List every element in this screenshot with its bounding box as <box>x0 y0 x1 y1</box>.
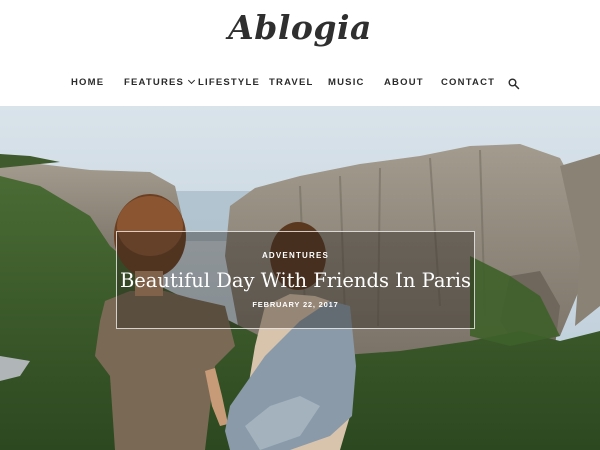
hero-image[interactable]: ADVENTURES Beautiful Day With Friends In… <box>0 106 600 450</box>
nav-item-features[interactable]: FEATURES <box>124 76 196 88</box>
nav-item-about[interactable]: ABOUT <box>384 77 424 88</box>
nav-item-travel[interactable]: TRAVEL <box>269 77 314 88</box>
post-title[interactable]: Beautiful Day With Friends In Paris <box>117 269 474 292</box>
search-icon[interactable] <box>508 77 520 90</box>
post-date: FEBRUARY 22, 2017 <box>252 300 339 309</box>
site-logo[interactable]: Ablogia <box>0 8 600 47</box>
post-category[interactable]: ADVENTURES <box>117 251 474 260</box>
nav-item-contact[interactable]: CONTACT <box>441 77 495 88</box>
featured-post-caption[interactable]: ADVENTURES Beautiful Day With Friends In… <box>116 231 475 329</box>
nav-item-music[interactable]: MUSIC <box>328 77 365 88</box>
nav-item-lifestyle[interactable]: LIFESTYLE <box>198 77 260 88</box>
nav-item-features-label: FEATURES <box>124 77 185 88</box>
chevron-down-icon <box>188 76 196 85</box>
nav-item-home[interactable]: HOME <box>71 77 104 88</box>
site-header: Ablogia HOME FEATURES LIFESTYLE TRAVEL M… <box>0 0 600 106</box>
